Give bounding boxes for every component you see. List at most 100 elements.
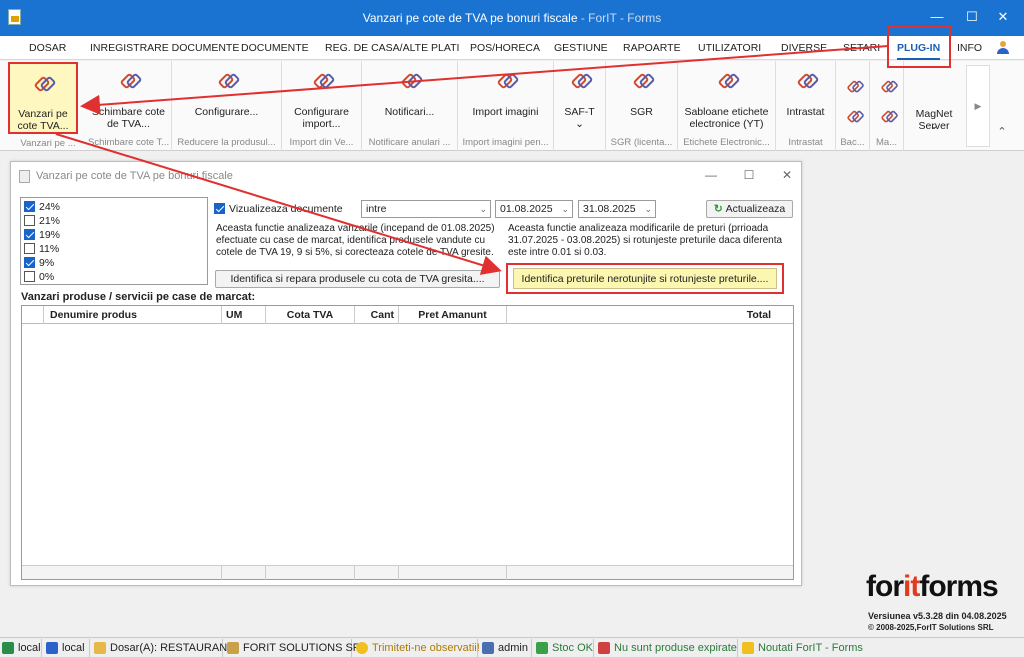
status-company[interactable]: FORIT SOLUTIONS SRL xyxy=(225,639,367,657)
dialog-close-button[interactable]: ✕ xyxy=(777,167,797,183)
col-cota-tva[interactable]: Cota TVA xyxy=(266,306,355,324)
col-denumire-produs[interactable]: Denumire produs xyxy=(44,306,222,324)
tab-diverse[interactable]: DIVERSE xyxy=(781,42,827,54)
chevron-down-icon: ⌄ xyxy=(644,204,652,214)
ribbon-configurare-button[interactable]: Configurare... Reducere la produsul... xyxy=(172,61,282,151)
title-bar: Vanzari pe cote de TVA pe bonuri fiscale… xyxy=(0,0,1024,36)
version-text: Versiunea v5.3.28 din 04.08.2025 xyxy=(868,611,1007,621)
round-prices-button[interactable]: Identifica preturile nerotunjite si rotu… xyxy=(513,268,777,289)
tab-documente[interactable]: DOCUMENTE xyxy=(241,42,309,54)
server-icon xyxy=(46,642,58,654)
status-user[interactable]: admin xyxy=(480,639,532,657)
section-title: Vanzari produse / servicii pe case de ma… xyxy=(21,291,256,303)
refresh-icon: ↻ xyxy=(713,203,723,215)
ribbon-configurare-import-button[interactable]: Configurare import... Import din Ve... xyxy=(282,61,362,151)
ribbon-vanzari-cote-tva-button[interactable]: Vanzari pe cote TVA... xyxy=(8,62,78,134)
ribbon-bac-group: Bac... xyxy=(836,61,870,151)
ribbon-notificari-button[interactable]: Notificari... Notificare anulari ... xyxy=(362,61,458,151)
news-icon xyxy=(742,642,754,654)
checkbox[interactable] xyxy=(24,215,35,226)
vat-option-11[interactable]: 11% xyxy=(24,242,59,256)
ribbon-sabloane-etichete-button[interactable]: Sabloane etichete electronice (YT) Etich… xyxy=(678,61,776,151)
tab-setari[interactable]: SETARI xyxy=(843,42,880,54)
vat-option-0[interactable]: 0% xyxy=(24,270,54,284)
checkbox[interactable] xyxy=(24,243,35,254)
plugin-icon xyxy=(312,69,332,89)
period-type-select[interactable]: intre ⌄ xyxy=(361,200,491,218)
vat-option-24[interactable]: 24% xyxy=(24,200,60,214)
tab-plug-in[interactable]: PLUG-IN xyxy=(897,42,941,60)
ribbon-import-imagini-button[interactable]: Import imagini Import imagini pen... xyxy=(458,61,554,151)
dialog-title: Vanzari pe cote de TVA pe bonuri fiscale xyxy=(36,170,233,182)
plugin-icon xyxy=(119,69,139,89)
vat-option-19[interactable]: 19% xyxy=(24,228,60,242)
col-pret-amanunt[interactable]: Pret Amanunt xyxy=(399,306,507,324)
minimize-button[interactable]: — xyxy=(922,6,952,28)
maximize-button[interactable]: ☐ xyxy=(957,6,987,28)
refresh-button[interactable]: ↻ Actualizeaza xyxy=(706,200,793,218)
ribbon-scroll-right-button[interactable]: ▶ xyxy=(966,65,990,147)
checkbox[interactable] xyxy=(24,271,35,282)
vat-option-21[interactable]: 21% xyxy=(24,214,60,228)
checkbox[interactable] xyxy=(24,229,35,240)
date-from-input[interactable]: 01.08.2025 ⌄ xyxy=(495,200,573,218)
repair-vat-button[interactable]: Identifica si repara produsele cu cota d… xyxy=(215,270,500,288)
vat-sales-dialog: Vanzari pe cote de TVA pe bonuri fiscale… xyxy=(10,161,802,586)
ribbon-intrastat-button[interactable]: Intrastat Intrastat xyxy=(776,61,836,151)
ribbon-group-vanzari: Vanzari pe ... xyxy=(20,138,76,149)
status-local-server[interactable]: local xyxy=(44,639,90,657)
vat-function-description: Aceasta functie analizeaza vanzarile (in… xyxy=(216,223,495,258)
tab-inregistrare-documente[interactable]: INREGISTRARE DOCUMENTE xyxy=(90,42,239,54)
chevron-down-icon: ⌄ xyxy=(479,204,487,214)
tab-pos-horeca[interactable]: POS/HORECA xyxy=(470,42,540,54)
table-header: Denumire produs UM Cota TVA Cant Pret Am… xyxy=(22,306,793,324)
round-prices-highlight: Identifica preturile nerotunjite si rotu… xyxy=(506,263,784,294)
plugin-icon xyxy=(217,69,237,89)
checkbox[interactable] xyxy=(24,257,35,268)
col-um[interactable]: UM xyxy=(222,306,266,324)
status-expired-products[interactable]: Nu sunt produse expirate xyxy=(596,639,738,657)
ribbon-magnet-server-button[interactable]: MagNet Server ⌄ xyxy=(904,61,964,151)
folder-icon xyxy=(94,642,106,654)
chevron-down-icon: ⌄ xyxy=(929,120,939,132)
menu-bar: DOSAR INREGISTRARE DOCUMENTE DOCUMENTE R… xyxy=(0,36,1024,60)
status-news[interactable]: Noutati ForIT - Forms xyxy=(740,639,863,657)
plugin-icon[interactable] xyxy=(878,105,894,121)
ribbon-ma-group: Ma... xyxy=(870,61,904,151)
tab-info[interactable]: INFO xyxy=(957,42,982,54)
date-to-input[interactable]: 31.08.2025 ⌄ xyxy=(578,200,656,218)
status-feedback[interactable]: Trimiteti-ne observatii! xyxy=(354,639,480,657)
plugin-icon[interactable] xyxy=(878,75,894,91)
col-total[interactable]: Total xyxy=(507,306,793,324)
tab-utilizatori[interactable]: UTILIZATORI xyxy=(698,42,761,54)
smiley-icon xyxy=(356,642,368,654)
status-stock[interactable]: Stoc OK xyxy=(534,639,594,657)
table-footer xyxy=(22,565,793,580)
col-cant[interactable]: Cant xyxy=(355,306,399,324)
user-icon[interactable] xyxy=(996,41,1010,55)
plugin-icon[interactable] xyxy=(844,75,860,91)
tab-gestiune[interactable]: GESTIUNE xyxy=(554,42,608,54)
tab-registru-casa[interactable]: REG. DE CASA/ALTE PLATI xyxy=(325,42,459,54)
status-dosar[interactable]: Dosar(A): RESTAURANT xyxy=(92,639,234,657)
checkbox[interactable] xyxy=(24,201,35,212)
window-title: Vanzari pe cote de TVA pe bonuri fiscale… xyxy=(362,11,662,25)
ribbon-saft-button[interactable]: SAF-T ⌄ xyxy=(554,61,606,151)
plugin-icon xyxy=(570,69,590,89)
status-local-db[interactable]: local xyxy=(0,639,42,657)
plugin-icon xyxy=(796,69,816,89)
tab-rapoarte[interactable]: RAPOARTE xyxy=(623,42,681,54)
close-button[interactable]: ✕ xyxy=(988,6,1018,28)
ribbon-schimbare-cote-tva-button[interactable]: Schimbare cote de TVA... Schimbare cote … xyxy=(86,61,172,151)
vat-option-9[interactable]: 9% xyxy=(24,256,54,270)
tab-dosar[interactable]: DOSAR xyxy=(29,42,66,54)
chevron-down-icon: ⌄ xyxy=(575,118,584,130)
plugin-icon[interactable] xyxy=(844,105,860,121)
ribbon-collapse-icon[interactable]: ⌃ xyxy=(994,125,1010,141)
database-icon xyxy=(2,642,14,654)
sales-table: Denumire produs UM Cota TVA Cant Pret Am… xyxy=(21,305,794,580)
dialog-maximize-button[interactable]: ☐ xyxy=(739,167,759,183)
show-documents-checkbox[interactable]: Vizualizeaza documente xyxy=(214,203,343,215)
dialog-minimize-button[interactable]: — xyxy=(701,167,721,183)
ribbon-sgr-button[interactable]: SGR SGR (licenta... xyxy=(606,61,678,151)
